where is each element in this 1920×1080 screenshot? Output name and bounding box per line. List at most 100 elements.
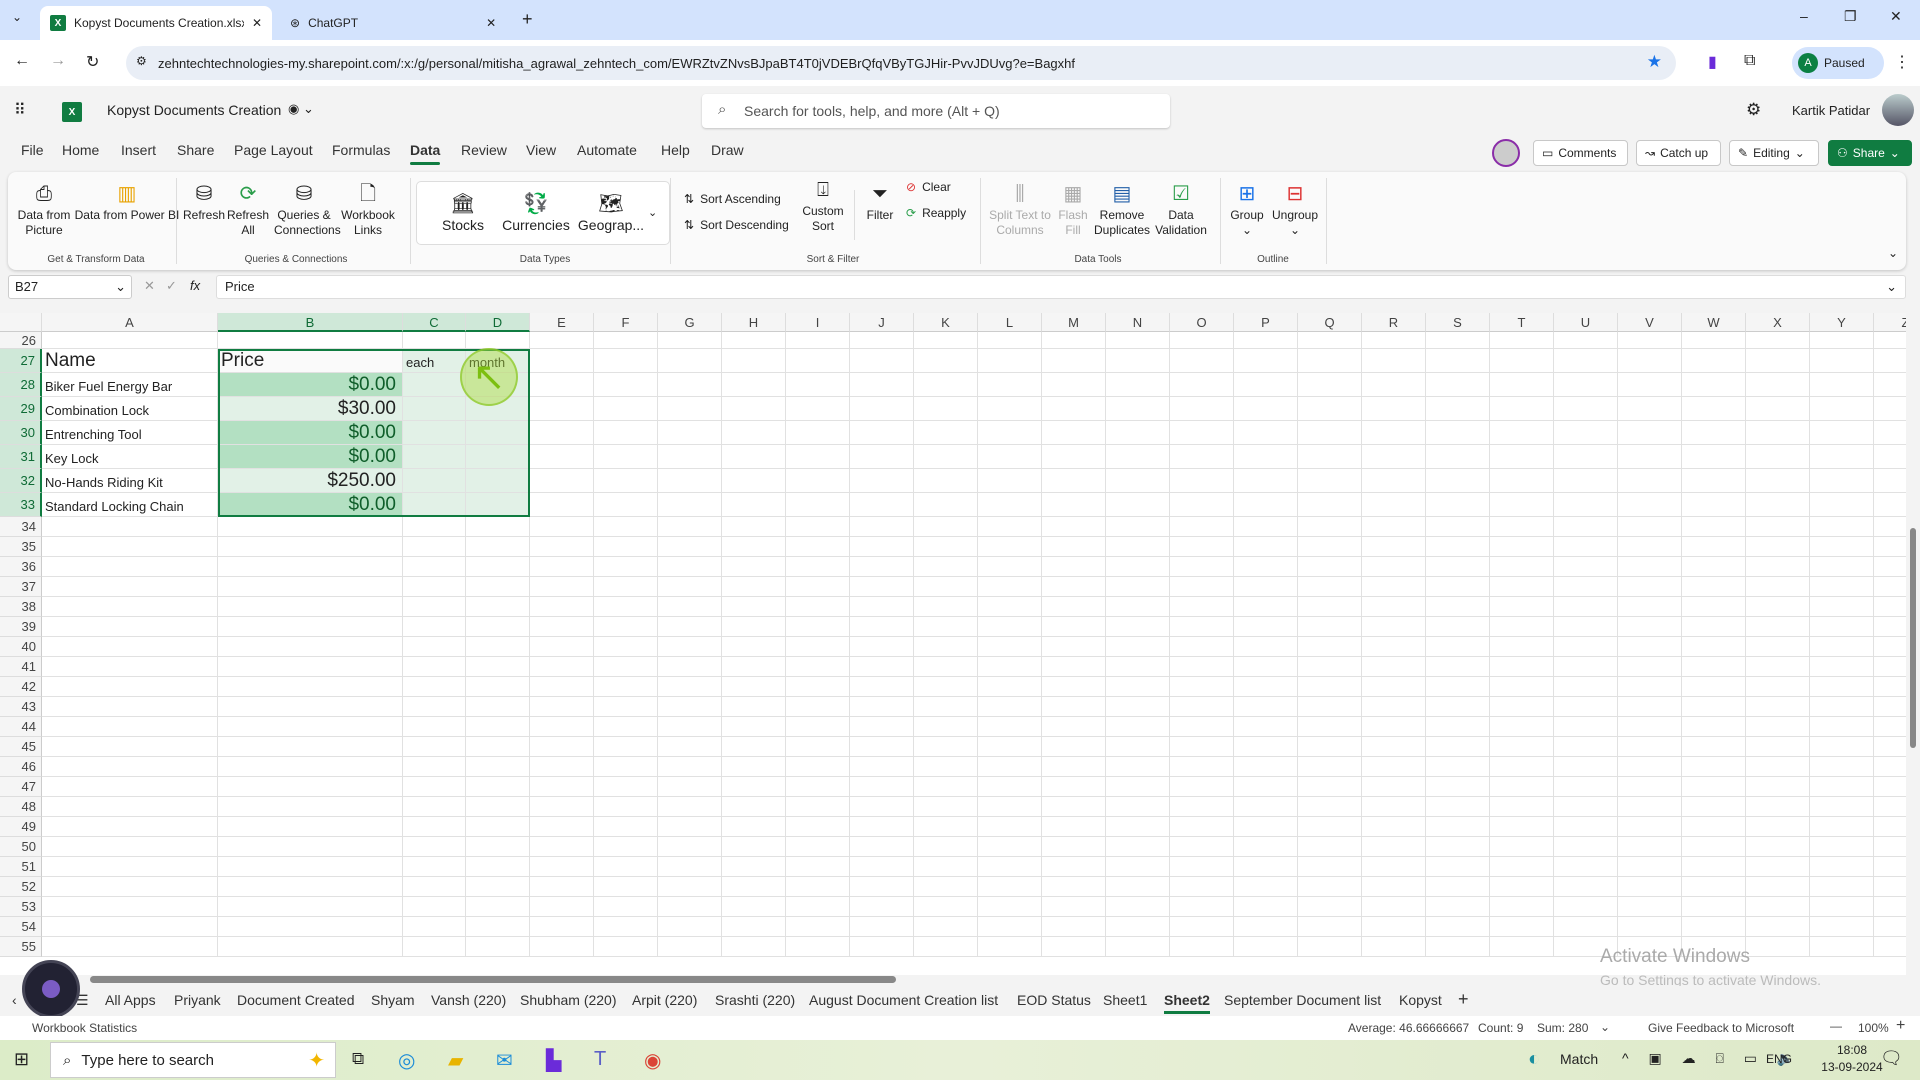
tab-help[interactable]: Help <box>661 142 690 158</box>
cell-H29[interactable] <box>722 397 786 421</box>
cell-M39[interactable] <box>1042 617 1106 637</box>
cell-C35[interactable] <box>403 537 466 557</box>
cell-U32[interactable] <box>1554 469 1618 493</box>
cell-P54[interactable] <box>1234 917 1298 937</box>
cell-D51[interactable] <box>466 857 530 877</box>
cell-H54[interactable] <box>722 917 786 937</box>
cell-X38[interactable] <box>1746 597 1810 617</box>
cell-S50[interactable] <box>1426 837 1490 857</box>
cell-K47[interactable] <box>914 777 978 797</box>
app-launcher-icon[interactable]: ⠿ <box>14 100 26 120</box>
cell-B31[interactable]: $0.00 <box>218 445 403 469</box>
cell-J44[interactable] <box>850 717 914 737</box>
cell-D41[interactable] <box>466 657 530 677</box>
cell-M32[interactable] <box>1042 469 1106 493</box>
sheet-tab[interactable]: Document Created <box>237 992 355 1008</box>
sheet-tab[interactable]: Vansh (220) <box>431 992 506 1008</box>
cell-F51[interactable] <box>594 857 658 877</box>
cell-S51[interactable] <box>1426 857 1490 877</box>
window-close-icon[interactable]: ✕ <box>1890 8 1902 25</box>
cell-M26[interactable] <box>1042 332 1106 349</box>
cell-D32[interactable] <box>466 469 530 493</box>
cell-K44[interactable] <box>914 717 978 737</box>
column-header-D[interactable]: D <box>466 313 530 332</box>
cell-G52[interactable] <box>658 877 722 897</box>
cell-V31[interactable] <box>1618 445 1682 469</box>
cell-B28[interactable]: $0.00 <box>218 373 403 397</box>
cell-F48[interactable] <box>594 797 658 817</box>
cell-T38[interactable] <box>1490 597 1554 617</box>
cell-M27[interactable] <box>1042 349 1106 373</box>
cell-W36[interactable] <box>1682 557 1746 577</box>
cell-O44[interactable] <box>1170 717 1234 737</box>
cell-X47[interactable] <box>1746 777 1810 797</box>
cell-S30[interactable] <box>1426 421 1490 445</box>
cell-Q50[interactable] <box>1298 837 1362 857</box>
cell-T43[interactable] <box>1490 697 1554 717</box>
cell-Z36[interactable] <box>1874 557 1906 577</box>
cell-P55[interactable] <box>1234 937 1298 957</box>
cell-I33[interactable] <box>786 493 850 517</box>
cell-T44[interactable] <box>1490 717 1554 737</box>
cell-H30[interactable] <box>722 421 786 445</box>
cell-S36[interactable] <box>1426 557 1490 577</box>
row-header[interactable]: 48 <box>0 797 42 817</box>
tab-page-layout[interactable]: Page Layout <box>234 142 313 158</box>
row-header[interactable]: 53 <box>0 897 42 917</box>
cell-K36[interactable] <box>914 557 978 577</box>
cell-U54[interactable] <box>1554 917 1618 937</box>
cell-R40[interactable] <box>1362 637 1426 657</box>
cell-T36[interactable] <box>1490 557 1554 577</box>
cell-H50[interactable] <box>722 837 786 857</box>
cell-F26[interactable] <box>594 332 658 349</box>
sheet-tab[interactable]: September Document list <box>1224 992 1381 1008</box>
row-header[interactable]: 35 <box>0 537 42 557</box>
cell-V50[interactable] <box>1618 837 1682 857</box>
cell-E34[interactable] <box>530 517 594 537</box>
cell-A34[interactable] <box>42 517 218 537</box>
cell-R51[interactable] <box>1362 857 1426 877</box>
cell-K30[interactable] <box>914 421 978 445</box>
cell-W34[interactable] <box>1682 517 1746 537</box>
cell-M38[interactable] <box>1042 597 1106 617</box>
cell-T54[interactable] <box>1490 917 1554 937</box>
cell-G33[interactable] <box>658 493 722 517</box>
cell-I55[interactable] <box>786 937 850 957</box>
recorder-bubble[interactable] <box>22 960 80 1018</box>
cell-H47[interactable] <box>722 777 786 797</box>
cell-D26[interactable] <box>466 332 530 349</box>
cell-J27[interactable] <box>850 349 914 373</box>
cell-U44[interactable] <box>1554 717 1618 737</box>
cell-P33[interactable] <box>1234 493 1298 517</box>
cell-V30[interactable] <box>1618 421 1682 445</box>
row-header[interactable]: 33 <box>0 493 42 517</box>
cell-E26[interactable] <box>530 332 594 349</box>
cell-Y29[interactable] <box>1810 397 1874 421</box>
cell-U35[interactable] <box>1554 537 1618 557</box>
cell-C55[interactable] <box>403 937 466 957</box>
cell-E50[interactable] <box>530 837 594 857</box>
cell-Y38[interactable] <box>1810 597 1874 617</box>
column-header-M[interactable]: M <box>1042 313 1106 332</box>
cell-W32[interactable] <box>1682 469 1746 493</box>
expand-formula-icon[interactable]: ⌄ <box>1886 279 1897 295</box>
chevron-down-icon[interactable]: ⌄ <box>1600 1020 1610 1034</box>
cell-Q29[interactable] <box>1298 397 1362 421</box>
cell-Z37[interactable] <box>1874 577 1906 597</box>
cell-Y32[interactable] <box>1810 469 1874 493</box>
cell-G36[interactable] <box>658 557 722 577</box>
cell-W39[interactable] <box>1682 617 1746 637</box>
cell-B51[interactable] <box>218 857 403 877</box>
cell-W54[interactable] <box>1682 917 1746 937</box>
cell-F41[interactable] <box>594 657 658 677</box>
cell-P46[interactable] <box>1234 757 1298 777</box>
cell-A42[interactable] <box>42 677 218 697</box>
cell-W48[interactable] <box>1682 797 1746 817</box>
cell-R27[interactable] <box>1362 349 1426 373</box>
cell-B30[interactable]: $0.00 <box>218 421 403 445</box>
cell-O40[interactable] <box>1170 637 1234 657</box>
cell-G44[interactable] <box>658 717 722 737</box>
cell-V48[interactable] <box>1618 797 1682 817</box>
cell-Z43[interactable] <box>1874 697 1906 717</box>
cell-J42[interactable] <box>850 677 914 697</box>
